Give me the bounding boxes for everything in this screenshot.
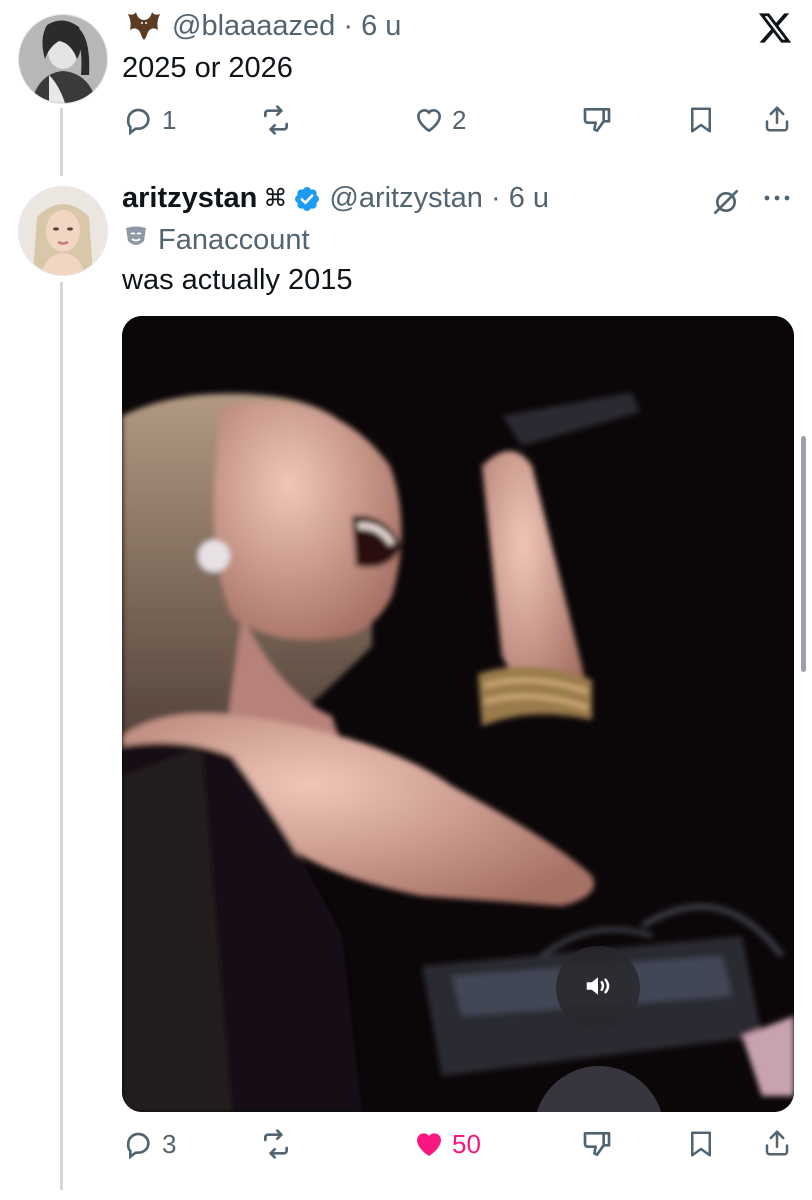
share-icon bbox=[762, 102, 792, 136]
thumbs-down-icon bbox=[580, 104, 614, 136]
post1-reply-button[interactable]: 1 bbox=[122, 104, 176, 136]
post1-dislike-button[interactable] bbox=[580, 104, 614, 136]
post2-meta: @aritzystan · 6 u bbox=[329, 182, 549, 215]
bat-emoji-icon bbox=[126, 10, 162, 47]
post2-repost-button[interactable] bbox=[258, 1128, 294, 1160]
heart-filled-icon bbox=[412, 1128, 446, 1160]
avatar-aritzystan[interactable] bbox=[18, 186, 108, 276]
post1-reply-count: 1 bbox=[162, 104, 177, 135]
account-label-text: Fanaccount bbox=[158, 224, 310, 256]
speaker-icon bbox=[581, 971, 615, 1006]
display-name-symbol: ⌘ bbox=[263, 185, 288, 212]
avatar-blaaaazed[interactable] bbox=[18, 14, 108, 104]
thumbs-down-icon bbox=[580, 1128, 614, 1160]
post1-repost-button[interactable] bbox=[258, 104, 294, 136]
post1-share-button[interactable] bbox=[762, 102, 792, 136]
separator-dot: · bbox=[482, 182, 509, 214]
separator-dot: · bbox=[335, 10, 362, 42]
mute-toggle-button[interactable] bbox=[556, 946, 640, 1030]
scrollbar[interactable] bbox=[801, 436, 806, 672]
heart-outline-icon bbox=[412, 104, 446, 136]
post2-header: aritzystan ⌘ @aritzystan · 6 u bbox=[122, 182, 549, 215]
post2-time[interactable]: 6 u bbox=[509, 182, 549, 214]
post2-like-button[interactable]: 50 bbox=[412, 1128, 481, 1160]
x-logo-icon[interactable] bbox=[756, 10, 794, 51]
post1-like-button[interactable]: 2 bbox=[412, 104, 466, 136]
post1-like-count: 2 bbox=[452, 104, 467, 135]
grok-icon[interactable] bbox=[708, 186, 744, 223]
reply-icon bbox=[122, 1128, 156, 1160]
account-label: Fanaccount bbox=[124, 224, 310, 257]
post2-like-count: 50 bbox=[452, 1128, 481, 1159]
post1-time[interactable]: 6 u bbox=[361, 10, 401, 42]
post2-reply-button[interactable]: 3 bbox=[122, 1128, 176, 1160]
bookmark-icon bbox=[686, 1128, 716, 1160]
more-icon[interactable] bbox=[762, 190, 792, 211]
post1-meta: @blaaaazed · 6 u bbox=[172, 10, 401, 43]
post1-bookmark-button[interactable] bbox=[686, 104, 716, 136]
bookmark-icon bbox=[686, 104, 716, 136]
post2-display-name[interactable]: aritzystan bbox=[122, 182, 257, 215]
theater-masks-icon bbox=[124, 225, 148, 256]
thread-connector-bottom bbox=[60, 282, 63, 1190]
post2-handle[interactable]: @aritzystan bbox=[329, 182, 483, 214]
share-icon bbox=[762, 1126, 792, 1160]
thread-connector-top bbox=[60, 108, 63, 176]
video-player[interactable] bbox=[122, 316, 794, 1112]
post1-handle[interactable]: @blaaaazed bbox=[172, 10, 335, 42]
post2-reply-count: 3 bbox=[162, 1128, 177, 1159]
post2-text: was actually 2015 bbox=[122, 264, 353, 296]
repost-icon bbox=[258, 1128, 294, 1160]
post1-text: 2025 or 2026 bbox=[122, 52, 293, 84]
video-frame bbox=[122, 316, 794, 1112]
reply-icon bbox=[122, 104, 156, 136]
post2-share-button[interactable] bbox=[762, 1126, 792, 1160]
post2-dislike-button[interactable] bbox=[580, 1128, 614, 1160]
repost-icon bbox=[258, 104, 294, 136]
verified-badge-icon bbox=[293, 185, 321, 213]
post2-bookmark-button[interactable] bbox=[686, 1128, 716, 1160]
